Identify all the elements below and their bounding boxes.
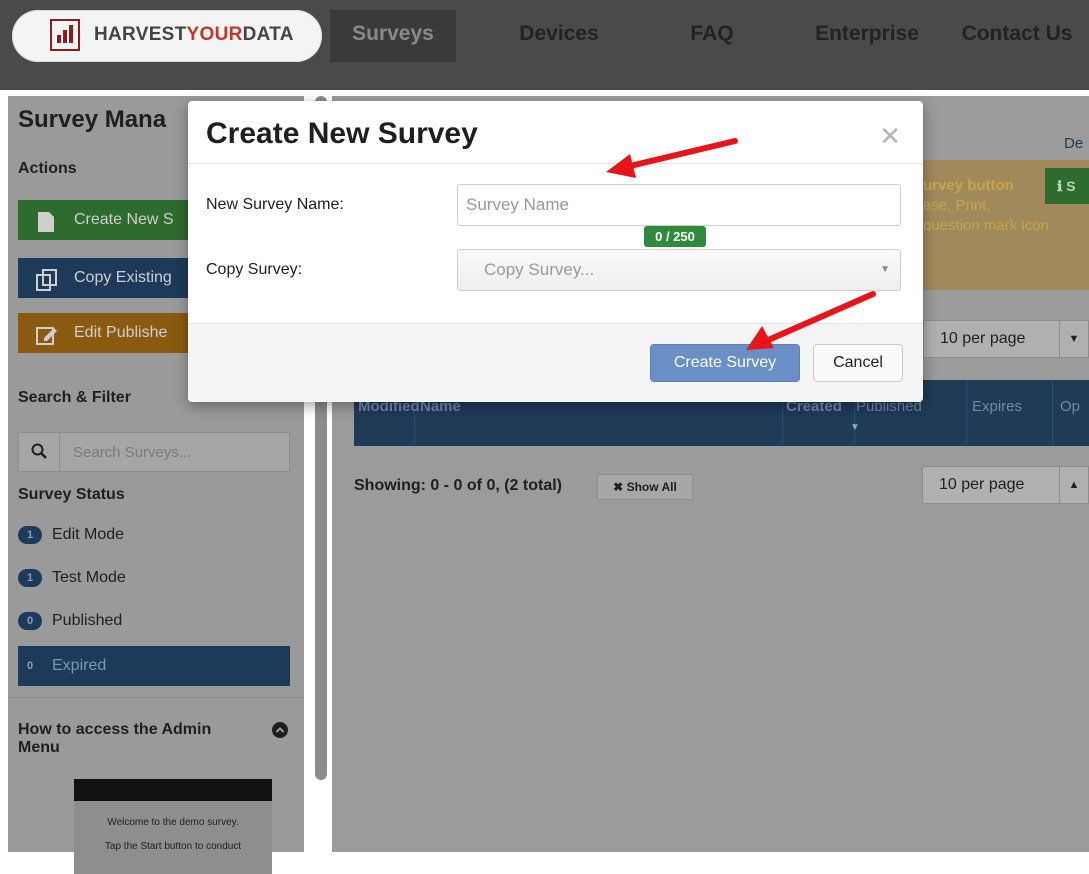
status-count-badge: 1 — [18, 569, 42, 587]
info-icon: ℹ — [1057, 178, 1063, 194]
actions-heading: Actions — [18, 160, 77, 177]
survey-status-heading: Survey Status — [18, 486, 125, 503]
caret-down-icon: ▼ — [1059, 321, 1088, 357]
modal-footer-divider — [188, 323, 923, 324]
close-icon[interactable]: ✕ — [879, 123, 901, 149]
status-edit-mode[interactable]: 1 Edit Mode — [18, 526, 124, 544]
bar-chart-logo-icon — [50, 19, 80, 51]
copy-survey-label: Copy Survey: — [206, 261, 303, 278]
nav-devices[interactable]: Devices — [500, 10, 618, 62]
survey-name-input[interactable] — [457, 184, 901, 226]
sidebar-divider — [8, 697, 304, 698]
status-expired[interactable]: 0 Expired — [18, 646, 290, 686]
showing-count: Showing: 0 - 0 of 0, (2 total) — [354, 477, 562, 494]
info-text: urvey button ase, Print, question mark ico… — [923, 177, 1049, 234]
nav-contact-us[interactable]: Contact Us — [952, 10, 1082, 62]
search-divider — [59, 433, 60, 471]
status-count-badge: 0 — [26, 659, 34, 672]
nav-surveys[interactable]: Surveys — [330, 10, 456, 62]
admin-preview-image: Welcome to the demo survey. Tap the Star… — [74, 779, 272, 874]
survey-name-label: New Survey Name: — [206, 196, 344, 213]
modal-title: Create New Survey — [206, 117, 478, 150]
chevron-down-icon: ▼ — [880, 264, 890, 275]
caret-up-icon: ▲ — [1059, 467, 1088, 503]
show-all-button[interactable]: ✖ Show All — [597, 474, 693, 500]
per-page-select-top[interactable]: 10 per page ▼ — [923, 320, 1089, 358]
search-surveys-field[interactable]: Search Surveys... — [18, 432, 290, 472]
status-published[interactable]: 0 Published — [18, 612, 122, 630]
demo-link[interactable]: De — [1064, 135, 1083, 152]
table-divider — [966, 380, 967, 446]
status-test-mode[interactable]: 1 Test Mode — [18, 569, 126, 587]
edit-icon — [36, 322, 57, 345]
admin-menu-heading: How to access the Admin Menu — [18, 721, 212, 756]
char-count-badge: 0 / 250 — [644, 226, 706, 247]
nav-enterprise[interactable]: Enterprise — [800, 10, 934, 62]
copy-icon — [36, 267, 57, 291]
nav-faq[interactable]: FAQ — [652, 10, 772, 62]
modal-header-divider — [188, 163, 923, 164]
info-button[interactable]: ℹ S — [1045, 168, 1089, 204]
file-icon — [36, 209, 56, 232]
status-count-badge: 1 — [18, 526, 42, 544]
logo[interactable]: HARVESTYOURDATA — [12, 10, 322, 62]
search-filter-heading: Search & Filter — [18, 389, 131, 406]
per-page-select-bottom[interactable]: 10 per page ▲ — [922, 466, 1089, 504]
sort-caret-icon: ▼ — [850, 422, 860, 433]
col-expires[interactable]: Expires — [972, 398, 1022, 415]
create-survey-modal: Create New Survey ✕ New Survey Name: 0 /… — [188, 101, 923, 402]
close-icon: ✖ — [613, 480, 624, 494]
info-panel: urvey button ase, Print, question mark ico… — [923, 160, 1089, 290]
status-count-badge: 0 — [18, 612, 42, 630]
sidebar-title: Survey Mana — [18, 106, 167, 133]
create-survey-button[interactable]: Create Survey — [650, 344, 800, 382]
logo-text: HARVESTYOURDATA — [94, 24, 294, 45]
search-placeholder: Search Surveys... — [73, 444, 192, 461]
top-nav: HARVESTYOURDATA Surveys Devices FAQ Ente… — [0, 0, 1089, 90]
col-options[interactable]: Op — [1060, 398, 1080, 415]
cancel-button[interactable]: Cancel — [813, 344, 903, 382]
copy-survey-select[interactable]: Copy Survey... ▼ — [457, 249, 901, 291]
table-divider — [1052, 380, 1053, 446]
collapse-chevron-icon[interactable] — [272, 722, 288, 738]
search-icon — [31, 443, 47, 464]
